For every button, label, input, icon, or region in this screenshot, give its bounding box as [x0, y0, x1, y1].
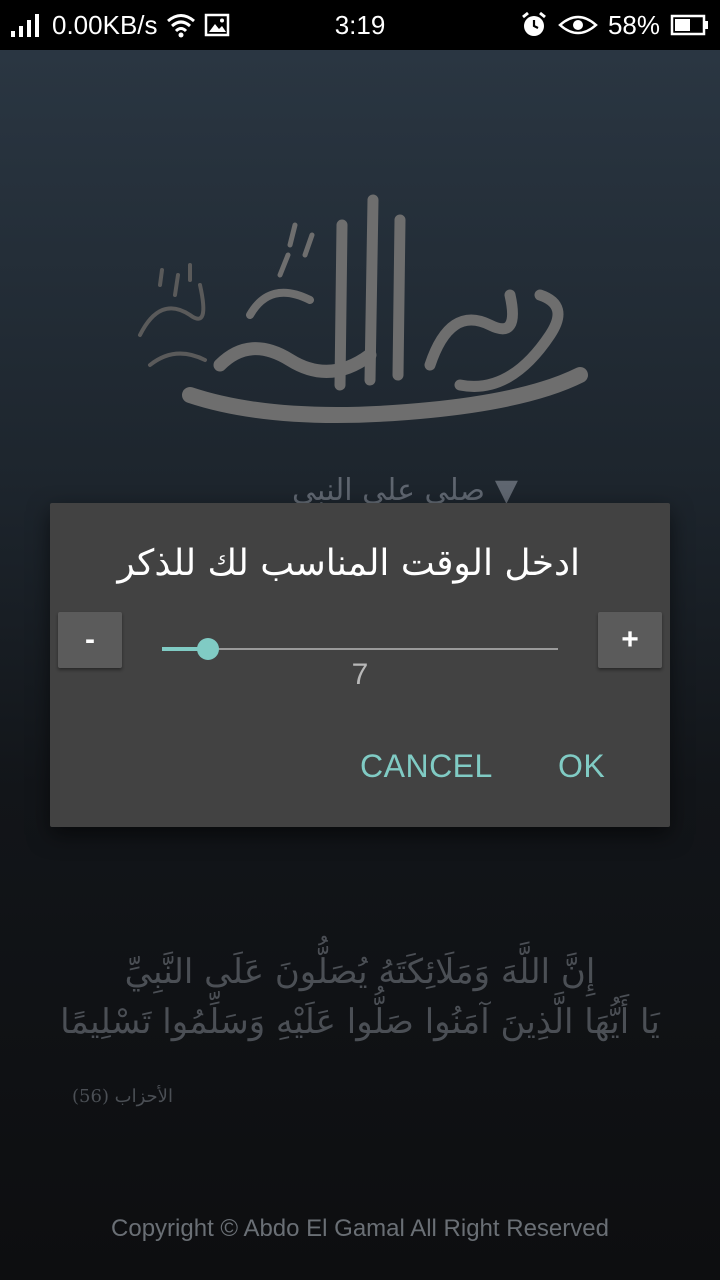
battery-icon — [670, 13, 710, 37]
dialog-title: ادخل الوقت المناسب لك للذكر — [117, 543, 580, 584]
slider-thumb[interactable] — [197, 638, 219, 660]
slider-value: 7 — [351, 658, 369, 691]
eye-icon — [558, 13, 598, 37]
status-right: 58% — [520, 0, 710, 50]
signal-icon — [10, 12, 44, 38]
copyright-text: Copyright © Abdo El Gamal All Right Rese… — [111, 1215, 609, 1242]
slider-track — [162, 648, 558, 650]
time-picker-dialog: ادخل الوقت المناسب لك للذكر - + 7 CANCEL… — [50, 503, 670, 827]
ok-button[interactable]: OK — [558, 741, 605, 791]
image-icon — [204, 13, 230, 37]
battery-percent: 58% — [607, 9, 660, 40]
network-speed: 0.00KB/s — [52, 9, 158, 40]
status-left: 0.00KB/s — [10, 0, 230, 50]
status-bar: 0.00KB/s 3:19 58% — [0, 0, 720, 50]
calligraphy-logo — [138, 194, 588, 423]
ayah-reference: الأحزاب (56) — [72, 1086, 173, 1107]
cancel-button[interactable]: CANCEL — [360, 741, 493, 791]
wifi-icon — [166, 12, 196, 38]
alarm-icon — [520, 11, 548, 39]
ayah-line-1: إِنَّ اللَّهَ وَمَلَائِكَتَهُ يُصَلُّونَ… — [124, 952, 596, 992]
ayah-line-2: يَا أَيُّهَا الَّذِينَ آمَنُوا صَلُّوا ع… — [60, 1002, 660, 1042]
